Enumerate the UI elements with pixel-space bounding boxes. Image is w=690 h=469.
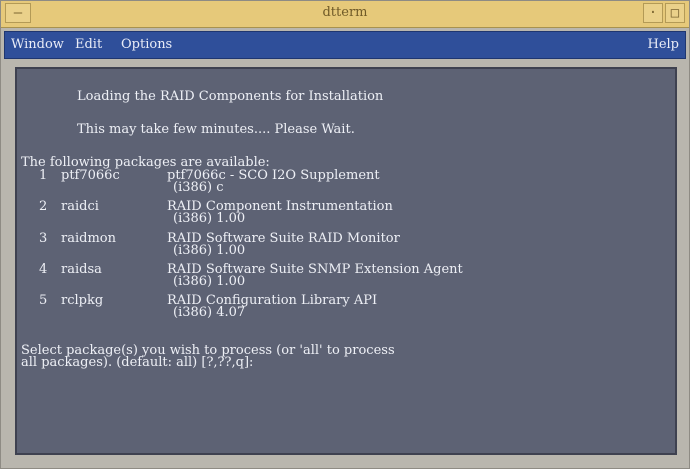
package-number: 3 (39, 231, 48, 246)
terminal-window: — dtterm · □ Window Edit Options Help Lo… (0, 0, 690, 469)
package-name: raidmon (61, 231, 116, 246)
package-number: 5 (39, 293, 48, 308)
available-header: The following packages are available: (21, 155, 270, 170)
package-number: 2 (39, 199, 48, 214)
package-number: 4 (39, 262, 48, 277)
package-name: raidsa (61, 262, 102, 277)
package-name: ptf7066c (61, 168, 120, 183)
minimize-icon[interactable]: · (643, 3, 663, 23)
maximize-icon[interactable]: □ (665, 3, 685, 23)
package-version: (i386) 1.00 (173, 211, 246, 226)
menu-window[interactable]: Window (11, 37, 64, 52)
window-title: dtterm (322, 5, 368, 20)
menu-help[interactable]: Help (647, 37, 679, 52)
package-name: raidci (61, 199, 99, 214)
wait-message: This may take few minutes.... Please Wai… (77, 122, 355, 137)
package-version: (i386) 1.00 (173, 243, 246, 258)
package-number: 1 (39, 168, 48, 183)
package-version: (i386) 1.00 (173, 274, 246, 289)
menu-edit[interactable]: Edit (75, 37, 102, 52)
package-version: (i386) 4.07 (173, 305, 246, 320)
terminal-output[interactable]: Loading the RAID Components for Installa… (15, 67, 677, 455)
package-version: (i386) c (173, 180, 224, 195)
menu-bar: Window Edit Options Help (4, 31, 686, 59)
loading-message: Loading the RAID Components for Installa… (77, 89, 384, 104)
menu-options[interactable]: Options (121, 37, 172, 52)
select-prompt-line2: all packages). (default: all) [?,??,q]: (21, 355, 254, 370)
package-name: rclpkg (61, 293, 104, 308)
title-bar[interactable]: — dtterm · □ (1, 1, 689, 28)
